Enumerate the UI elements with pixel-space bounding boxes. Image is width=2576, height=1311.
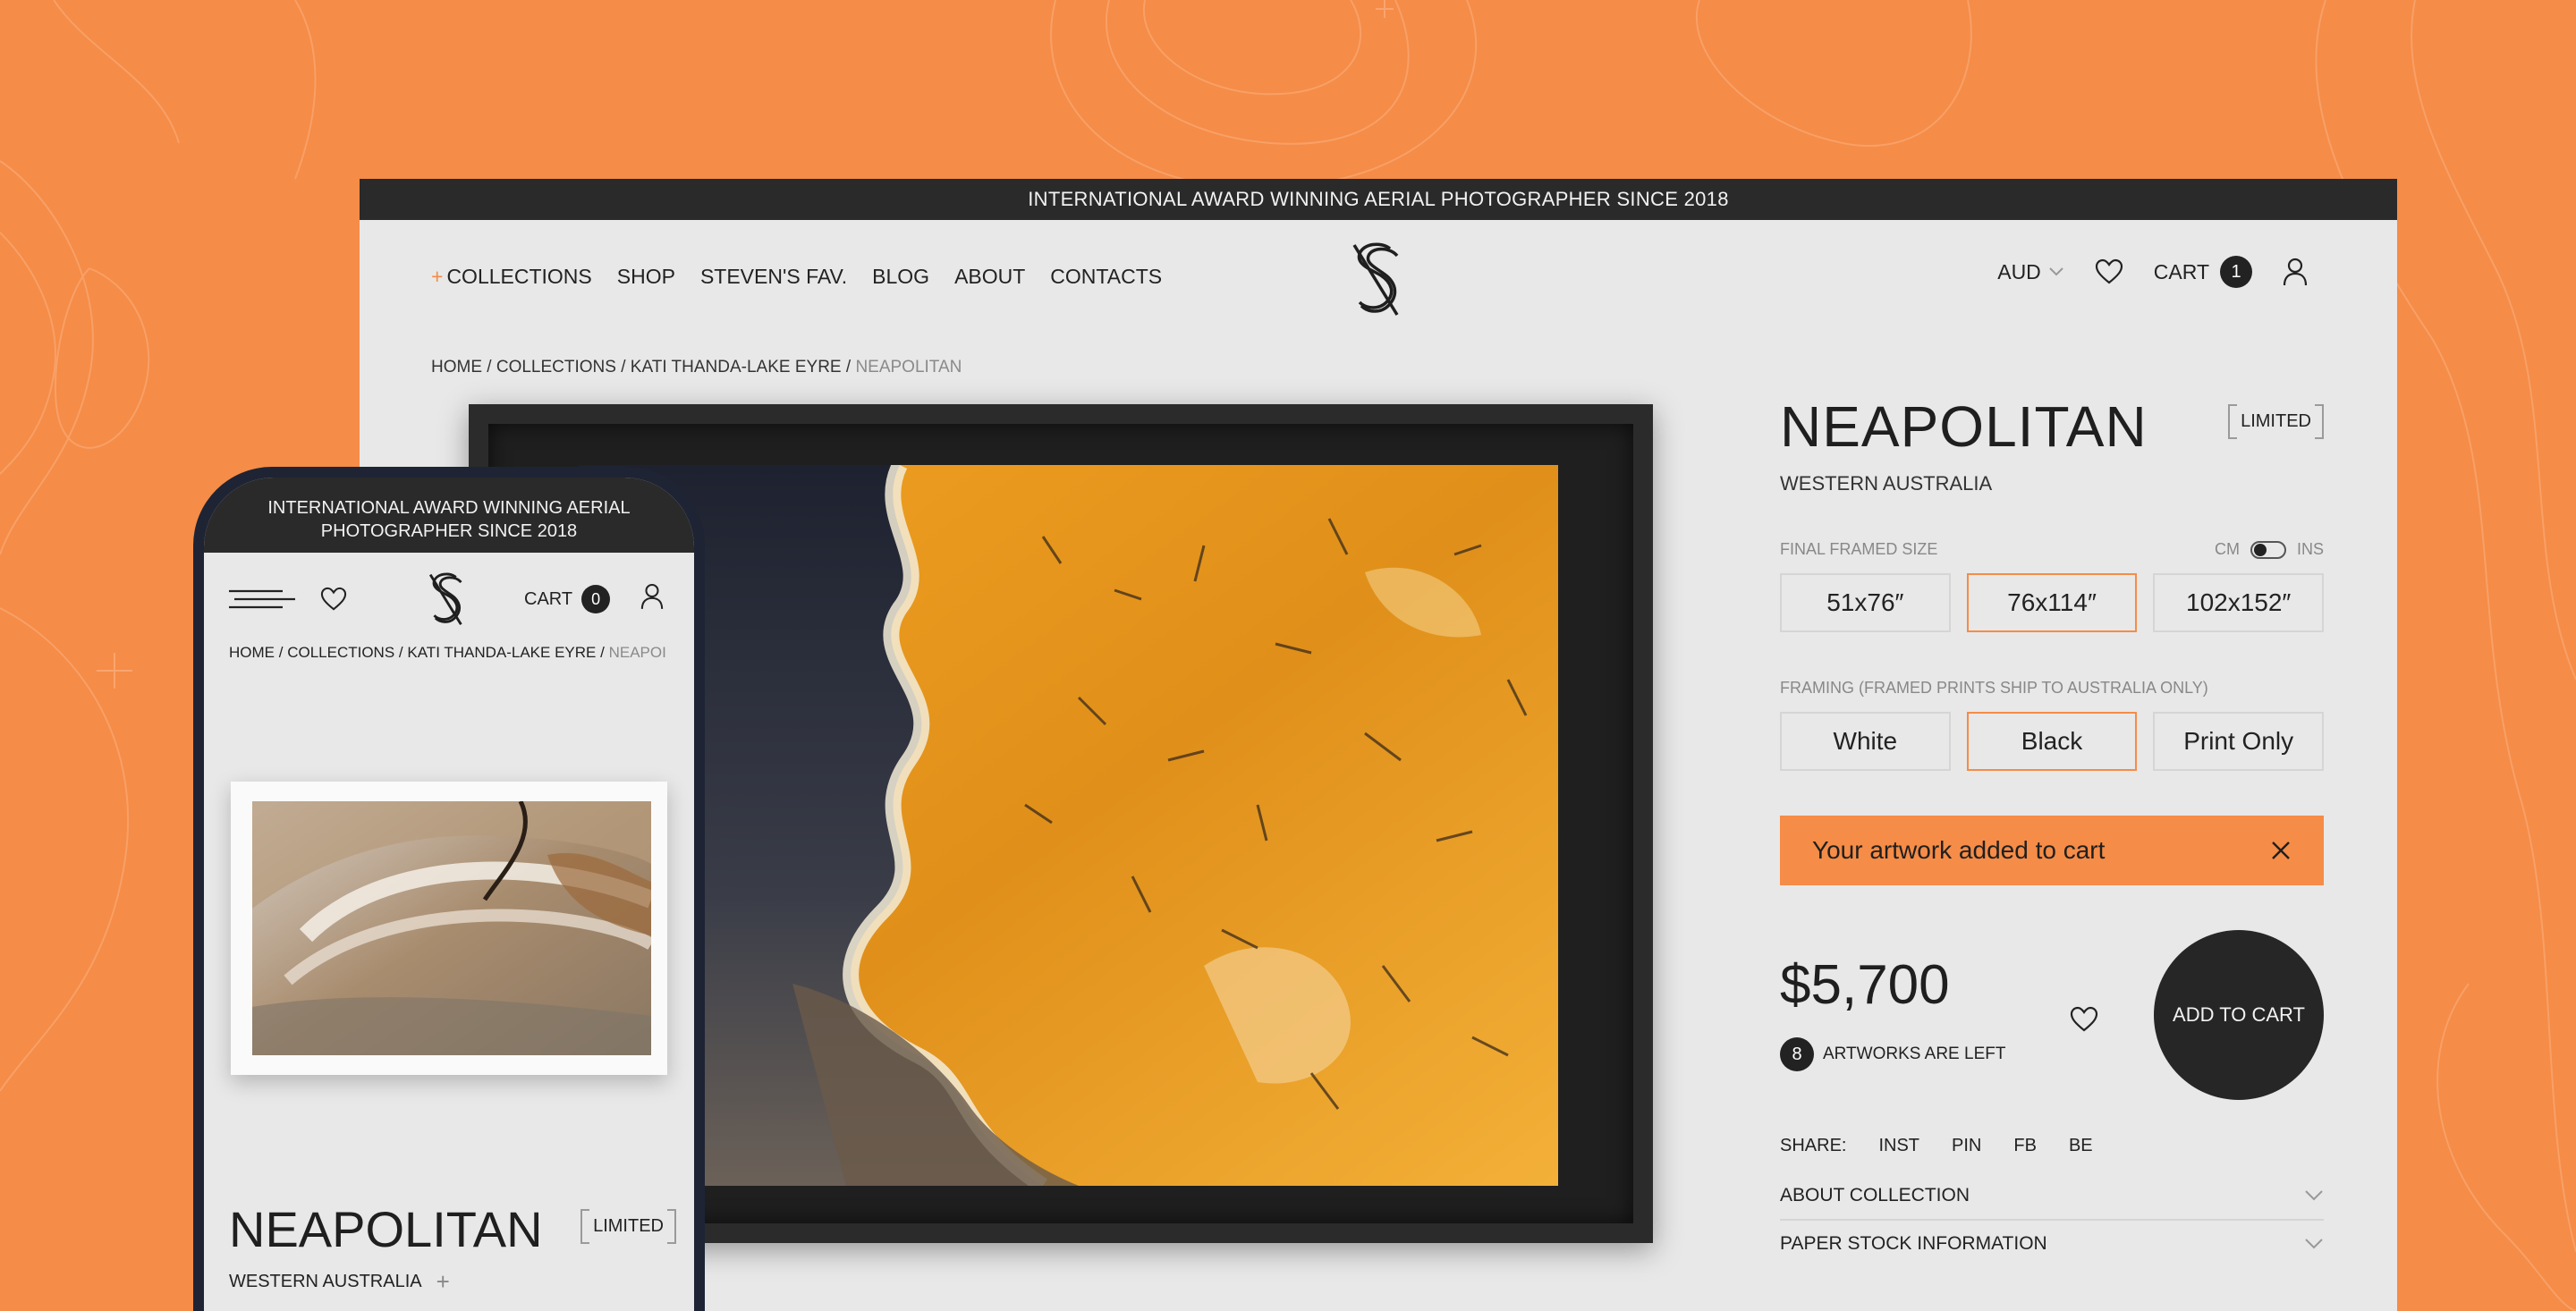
unit-toggle[interactable]	[2250, 540, 2286, 559]
breadcrumb-collection[interactable]: KATI THANDA-LAKE EYRE	[407, 644, 596, 661]
user-icon[interactable]	[2283, 258, 2308, 286]
currency-value: AUD	[1997, 259, 2041, 283]
accordion-label: ABOUT COLLECTION	[1780, 1185, 1970, 1205]
breadcrumb-home[interactable]: HOME	[229, 644, 275, 661]
framing-label-row: FRAMING (FRAMED PRINTS SHIP TO AUSTRALIA…	[1780, 679, 2324, 698]
accordion-paper-stock[interactable]: PAPER STOCK INFORMATION	[1780, 1221, 2324, 1267]
user-icon[interactable]	[640, 583, 664, 610]
mobile-product-region[interactable]: WESTERN AUSTRALIA +	[229, 1268, 450, 1296]
mobile-artwork-photo[interactable]	[252, 801, 651, 1055]
chevron-down-icon	[2305, 1239, 2323, 1249]
heart-icon[interactable]	[320, 587, 347, 612]
region-label: WESTERN AUSTRALIA	[229, 1272, 422, 1291]
share-pinterest[interactable]: PIN	[1952, 1136, 1981, 1156]
breadcrumb-collection[interactable]: KATI THANDA-LAKE EYRE	[631, 358, 842, 376]
wishlist-button[interactable]	[2066, 1002, 2102, 1037]
size-label-row: FINAL FRAMED SIZE CM INS	[1780, 540, 2324, 559]
share-row: SHARE: INST PIN FB BE	[1780, 1136, 2324, 1156]
close-icon[interactable]	[2270, 840, 2292, 861]
framing-option-print-only[interactable]: Print Only	[2153, 712, 2325, 771]
mobile-header: CART 0	[204, 553, 694, 642]
nav-item-collections[interactable]: + COLLECTIONS	[431, 265, 592, 289]
size-option-small[interactable]: 51x76″	[1780, 573, 1951, 632]
logo-mark[interactable]	[424, 569, 469, 628]
framing-label: FRAMING (FRAMED PRINTS SHIP TO AUSTRALIA…	[1780, 679, 2208, 697]
share-facebook[interactable]: FB	[2013, 1136, 2037, 1156]
share-label: SHARE:	[1780, 1136, 1847, 1155]
currency-select[interactable]: AUD	[1997, 260, 2064, 284]
chevron-down-icon	[2305, 1190, 2323, 1201]
unit-ins-label: INS	[2296, 540, 2324, 558]
mobile-device: INTERNATIONAL AWARD WINNING AERIAL PHOTO…	[193, 467, 705, 1311]
unit-switch: CM INS	[2215, 540, 2324, 559]
limited-badge-label: LIMITED	[2228, 404, 2324, 439]
stock-count-badge: 8	[1780, 1037, 1814, 1071]
cart-button[interactable]: CART 1	[2154, 256, 2252, 288]
share-behance[interactable]: BE	[2069, 1136, 2093, 1156]
logo-mark[interactable]	[1345, 238, 1408, 318]
nav-item-shop[interactable]: SHOP	[617, 265, 675, 289]
plus-icon: +	[436, 1268, 450, 1295]
framing-option-black[interactable]: Black	[1966, 712, 2138, 771]
nav-item-contacts[interactable]: CONTACTS	[1050, 265, 1162, 289]
nav-item-blog[interactable]: BLOG	[872, 265, 929, 289]
nav-item-about[interactable]: ABOUT	[954, 265, 1025, 289]
breadcrumb-collections[interactable]: COLLECTIONS	[287, 644, 394, 661]
heart-icon[interactable]	[2095, 258, 2123, 285]
added-to-cart-toast: Your artwork added to cart	[1780, 816, 2324, 885]
breadcrumb-collections[interactable]: COLLECTIONS	[496, 358, 616, 376]
stock-indicator: 8 ARTWORKS ARE LEFT	[1780, 1037, 2005, 1071]
announcement-bar: INTERNATIONAL AWARD WINNING AERIAL PHOTO…	[360, 179, 2397, 220]
mobile-limited-badge: LIMITED	[580, 1209, 676, 1244]
artwork-photo[interactable]	[578, 465, 1558, 1186]
mobile-announcement-bar: INTERNATIONAL AWARD WINNING AERIAL PHOTO…	[204, 478, 694, 553]
breadcrumb-current: NEAPOLITAN	[855, 358, 962, 376]
cart-label: CART	[2153, 259, 2209, 283]
heart-icon	[2070, 1006, 2098, 1032]
product-panel: NEAPOLITAN LIMITED WESTERN AUSTRALIA FIN…	[1780, 393, 2325, 1267]
framing-option-white[interactable]: White	[1780, 712, 1951, 771]
plus-icon: +	[431, 265, 444, 288]
size-option-large[interactable]: 102x152″	[2153, 573, 2325, 632]
menu-icon[interactable]	[229, 588, 295, 610]
mobile-breadcrumb: HOME / COLLECTIONS / KATI THANDA-LAKE EY…	[229, 644, 666, 661]
size-label: FINAL FRAMED SIZE	[1780, 540, 1938, 558]
unit-cm-label: CM	[2214, 540, 2240, 558]
toast-message: Your artwork added to cart	[1812, 836, 2106, 864]
cart-count-badge: 0	[581, 585, 611, 613]
breadcrumb: HOME / COLLECTIONS / KATI THANDA-LAKE EY…	[431, 358, 962, 376]
toggle-knob	[2253, 543, 2267, 556]
add-to-cart-button[interactable]: ADD TO CART	[2154, 930, 2324, 1100]
limited-badge: LIMITED	[2228, 404, 2324, 439]
mobile-announcement-text: INTERNATIONAL AWARD WINNING AERIAL PHOTO…	[267, 498, 631, 541]
cart-label: CART	[524, 588, 573, 609]
share-instagram[interactable]: INST	[1878, 1136, 1919, 1156]
announcement-text: INTERNATIONAL AWARD WINNING AERIAL PHOTO…	[1028, 188, 1729, 210]
breadcrumb-current: NEAPOI	[608, 644, 666, 661]
main-menu: + COLLECTIONS SHOP STEVEN'S FAV. BLOG ABO…	[431, 265, 1162, 289]
breadcrumb-home[interactable]: HOME	[431, 358, 482, 376]
purchase-row: $5,700 8 ARTWORKS ARE LEFT ADD TO CART	[1780, 930, 2324, 1109]
header-nav: + COLLECTIONS SHOP STEVEN'S FAV. BLOG ABO…	[360, 220, 2397, 336]
size-option-medium[interactable]: 76x114″	[1966, 573, 2138, 632]
chevron-down-icon	[2049, 267, 2063, 276]
product-price: $5,700	[1780, 954, 1950, 1016]
accordion-about-collection[interactable]: ABOUT COLLECTION	[1780, 1172, 2324, 1221]
mobile-screen: INTERNATIONAL AWARD WINNING AERIAL PHOTO…	[204, 478, 694, 1311]
mobile-artwork-frame	[231, 782, 667, 1075]
size-options: 51x76″ 76x114″ 102x152″	[1780, 573, 2325, 632]
product-region: WESTERN AUSTRALIA	[1780, 472, 1993, 495]
framing-options: White Black Print Only	[1780, 712, 2325, 771]
cart-count-badge: 1	[2220, 256, 2252, 288]
nav-item-stevens-fav[interactable]: STEVEN'S FAV.	[700, 265, 847, 289]
accordion-label: PAPER STOCK INFORMATION	[1780, 1233, 2047, 1254]
mobile-product-title: NEAPOLITAN	[229, 1201, 543, 1257]
limited-badge-label: LIMITED	[580, 1209, 676, 1244]
stock-text: ARTWORKS ARE LEFT	[1823, 1045, 2006, 1063]
header-actions: AUD CART 1	[1997, 256, 2308, 288]
mobile-cart-button[interactable]: CART 0	[524, 585, 611, 613]
